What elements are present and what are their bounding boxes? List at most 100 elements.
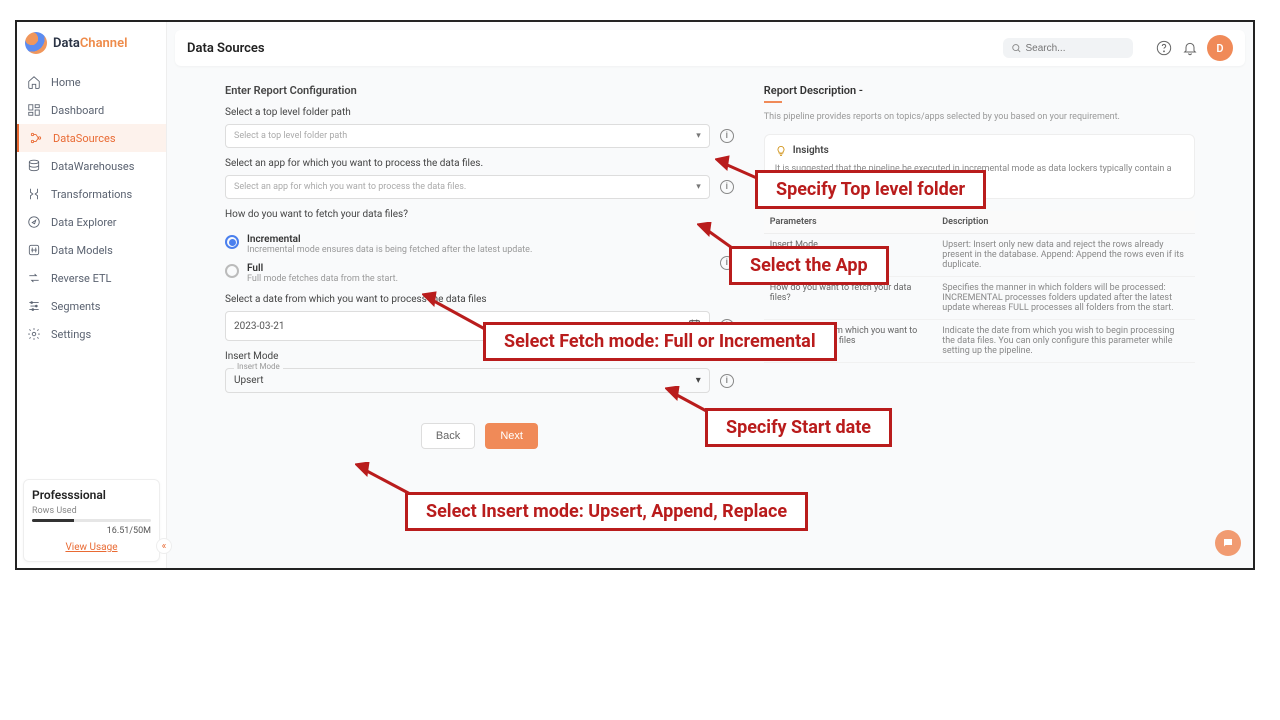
nav-label: DataWarehouses bbox=[51, 160, 134, 173]
plan-title: Professsional bbox=[32, 488, 151, 502]
datasource-icon bbox=[29, 131, 43, 145]
fetch-label: How do you want to fetch your data files… bbox=[225, 209, 734, 220]
chat-button[interactable] bbox=[1215, 530, 1241, 556]
bulb-icon bbox=[775, 145, 787, 157]
desc-cell: Upsert: Insert only new data and reject … bbox=[936, 233, 1195, 276]
view-usage-link[interactable]: View Usage bbox=[32, 542, 151, 553]
nav-label: Dashboard bbox=[51, 104, 104, 117]
segments-icon bbox=[27, 299, 41, 313]
callout-insert: Select Insert mode: Upsert, Append, Repl… bbox=[405, 492, 808, 531]
callout-app: Select the App bbox=[729, 246, 889, 285]
nav-label: DataSources bbox=[53, 132, 116, 145]
bell-icon[interactable] bbox=[1181, 39, 1199, 57]
usage-bar-fill bbox=[32, 519, 74, 522]
radio-icon-unchecked bbox=[225, 264, 239, 278]
title-underline bbox=[764, 101, 782, 103]
info-icon[interactable]: i bbox=[720, 129, 734, 143]
search-field[interactable] bbox=[1003, 38, 1133, 58]
search-icon bbox=[1011, 42, 1021, 54]
table-header-description: Description bbox=[936, 211, 1195, 234]
nav-warehouses[interactable]: DataWarehouses bbox=[17, 152, 166, 180]
table-header-parameters: Parameters bbox=[764, 211, 936, 234]
reverse-etl-icon bbox=[27, 271, 41, 285]
date-value: 2023-03-21 bbox=[234, 321, 285, 332]
next-button[interactable]: Next bbox=[485, 423, 538, 449]
folder-placeholder: Select a top level folder path bbox=[234, 131, 347, 141]
radio-incremental-sub: Incremental mode ensures data is being f… bbox=[247, 245, 532, 255]
button-row: Back Next bbox=[225, 423, 734, 449]
header-actions: D bbox=[1155, 35, 1233, 61]
help-icon[interactable] bbox=[1155, 39, 1173, 57]
nav-segments[interactable]: Segments bbox=[17, 292, 166, 320]
callout-fetch: Select Fetch mode: Full or Incremental bbox=[483, 322, 837, 361]
plan-usage: 16.51/50M bbox=[32, 526, 151, 536]
radio-full[interactable]: Full Full mode fetches data from the sta… bbox=[225, 263, 710, 284]
logo-icon bbox=[25, 32, 47, 54]
nav-datasources[interactable]: DataSources bbox=[17, 124, 166, 152]
search-input[interactable] bbox=[1025, 43, 1125, 54]
brand-name: DataChannel bbox=[53, 36, 127, 51]
nav-label: Segments bbox=[51, 300, 100, 313]
nav-transformations[interactable]: Transformations bbox=[17, 180, 166, 208]
nav-label: Data Models bbox=[51, 244, 113, 257]
insert-mode-legend: Insert Mode bbox=[234, 362, 283, 371]
chevron-down-icon: ▾ bbox=[696, 375, 701, 386]
radio-incremental-title: Incremental bbox=[247, 234, 532, 245]
nav-reverse-etl[interactable]: Reverse ETL bbox=[17, 264, 166, 292]
explorer-icon bbox=[27, 215, 41, 229]
chevron-down-icon: ▾ bbox=[696, 182, 701, 192]
nav-home[interactable]: Home bbox=[17, 68, 166, 96]
warehouse-icon bbox=[27, 159, 41, 173]
nav-label: Reverse ETL bbox=[51, 272, 111, 285]
chat-icon bbox=[1222, 537, 1234, 549]
callout-date: Specify Start date bbox=[705, 408, 892, 447]
nav-settings[interactable]: Settings bbox=[17, 320, 166, 348]
desc-cell: Indicate the date from which you wish to… bbox=[936, 319, 1195, 362]
radio-full-sub: Full mode fetches data from the start. bbox=[247, 274, 398, 284]
radio-incremental[interactable]: Incremental Incremental mode ensures dat… bbox=[225, 234, 710, 255]
app-label: Select an app for which you want to proc… bbox=[225, 158, 734, 169]
nav-explorer[interactable]: Data Explorer bbox=[17, 208, 166, 236]
app-select[interactable]: Select an app for which you want to proc… bbox=[225, 175, 710, 199]
brand-suffix: Channel bbox=[80, 36, 128, 51]
home-icon bbox=[27, 75, 41, 89]
form-heading: Enter Report Configuration bbox=[225, 84, 734, 97]
nav-label: Data Explorer bbox=[51, 216, 117, 229]
insights-title: Insights bbox=[775, 145, 1184, 157]
nav-models[interactable]: Data Models bbox=[17, 236, 166, 264]
nav-list: Home Dashboard DataSources DataWarehouse… bbox=[17, 68, 166, 348]
form-column: Enter Report Configuration Select a top … bbox=[225, 84, 734, 449]
avatar[interactable]: D bbox=[1207, 35, 1233, 61]
main-content: Enter Report Configuration Select a top … bbox=[175, 74, 1245, 560]
app-frame: DataChannel Home Dashboard DataSources D… bbox=[15, 20, 1255, 570]
report-description-title: Report Description - bbox=[764, 84, 1195, 97]
insert-mode-select[interactable]: Insert Mode Upsert ▾ bbox=[225, 368, 710, 393]
chevron-down-icon: ▾ bbox=[696, 131, 701, 141]
brand-prefix: Data bbox=[53, 36, 80, 51]
report-description-text: This pipeline provides reports on topics… bbox=[764, 111, 1195, 124]
brand-logo: DataChannel bbox=[17, 22, 166, 68]
dashboard-icon bbox=[27, 103, 41, 117]
sidebar: DataChannel Home Dashboard DataSources D… bbox=[17, 22, 167, 568]
callout-folder: Specify Top level folder bbox=[755, 170, 986, 209]
radio-icon-checked bbox=[225, 235, 239, 249]
plan-card: Professsional Rows Used 16.51/50M View U… bbox=[23, 479, 160, 562]
insert-mode-value: Upsert bbox=[234, 375, 263, 386]
gear-icon bbox=[27, 327, 41, 341]
sidebar-collapse-button[interactable]: « bbox=[156, 538, 172, 554]
nav-label: Settings bbox=[51, 328, 91, 341]
nav-label: Transformations bbox=[51, 188, 132, 201]
desc-cell: Specifies the manner in which folders wi… bbox=[936, 276, 1195, 319]
back-button[interactable]: Back bbox=[421, 423, 475, 449]
nav-dashboard[interactable]: Dashboard bbox=[17, 96, 166, 124]
folder-label: Select a top level folder path bbox=[225, 107, 734, 118]
folder-select[interactable]: Select a top level folder path ▾ bbox=[225, 124, 710, 148]
transform-icon bbox=[27, 187, 41, 201]
models-icon bbox=[27, 243, 41, 257]
radio-full-title: Full bbox=[247, 263, 398, 274]
insights-title-text: Insights bbox=[793, 145, 829, 156]
page-header: Data Sources D bbox=[175, 30, 1245, 66]
usage-bar bbox=[32, 519, 151, 522]
plan-rows-label: Rows Used bbox=[32, 506, 151, 516]
app-placeholder: Select an app for which you want to proc… bbox=[234, 182, 466, 192]
